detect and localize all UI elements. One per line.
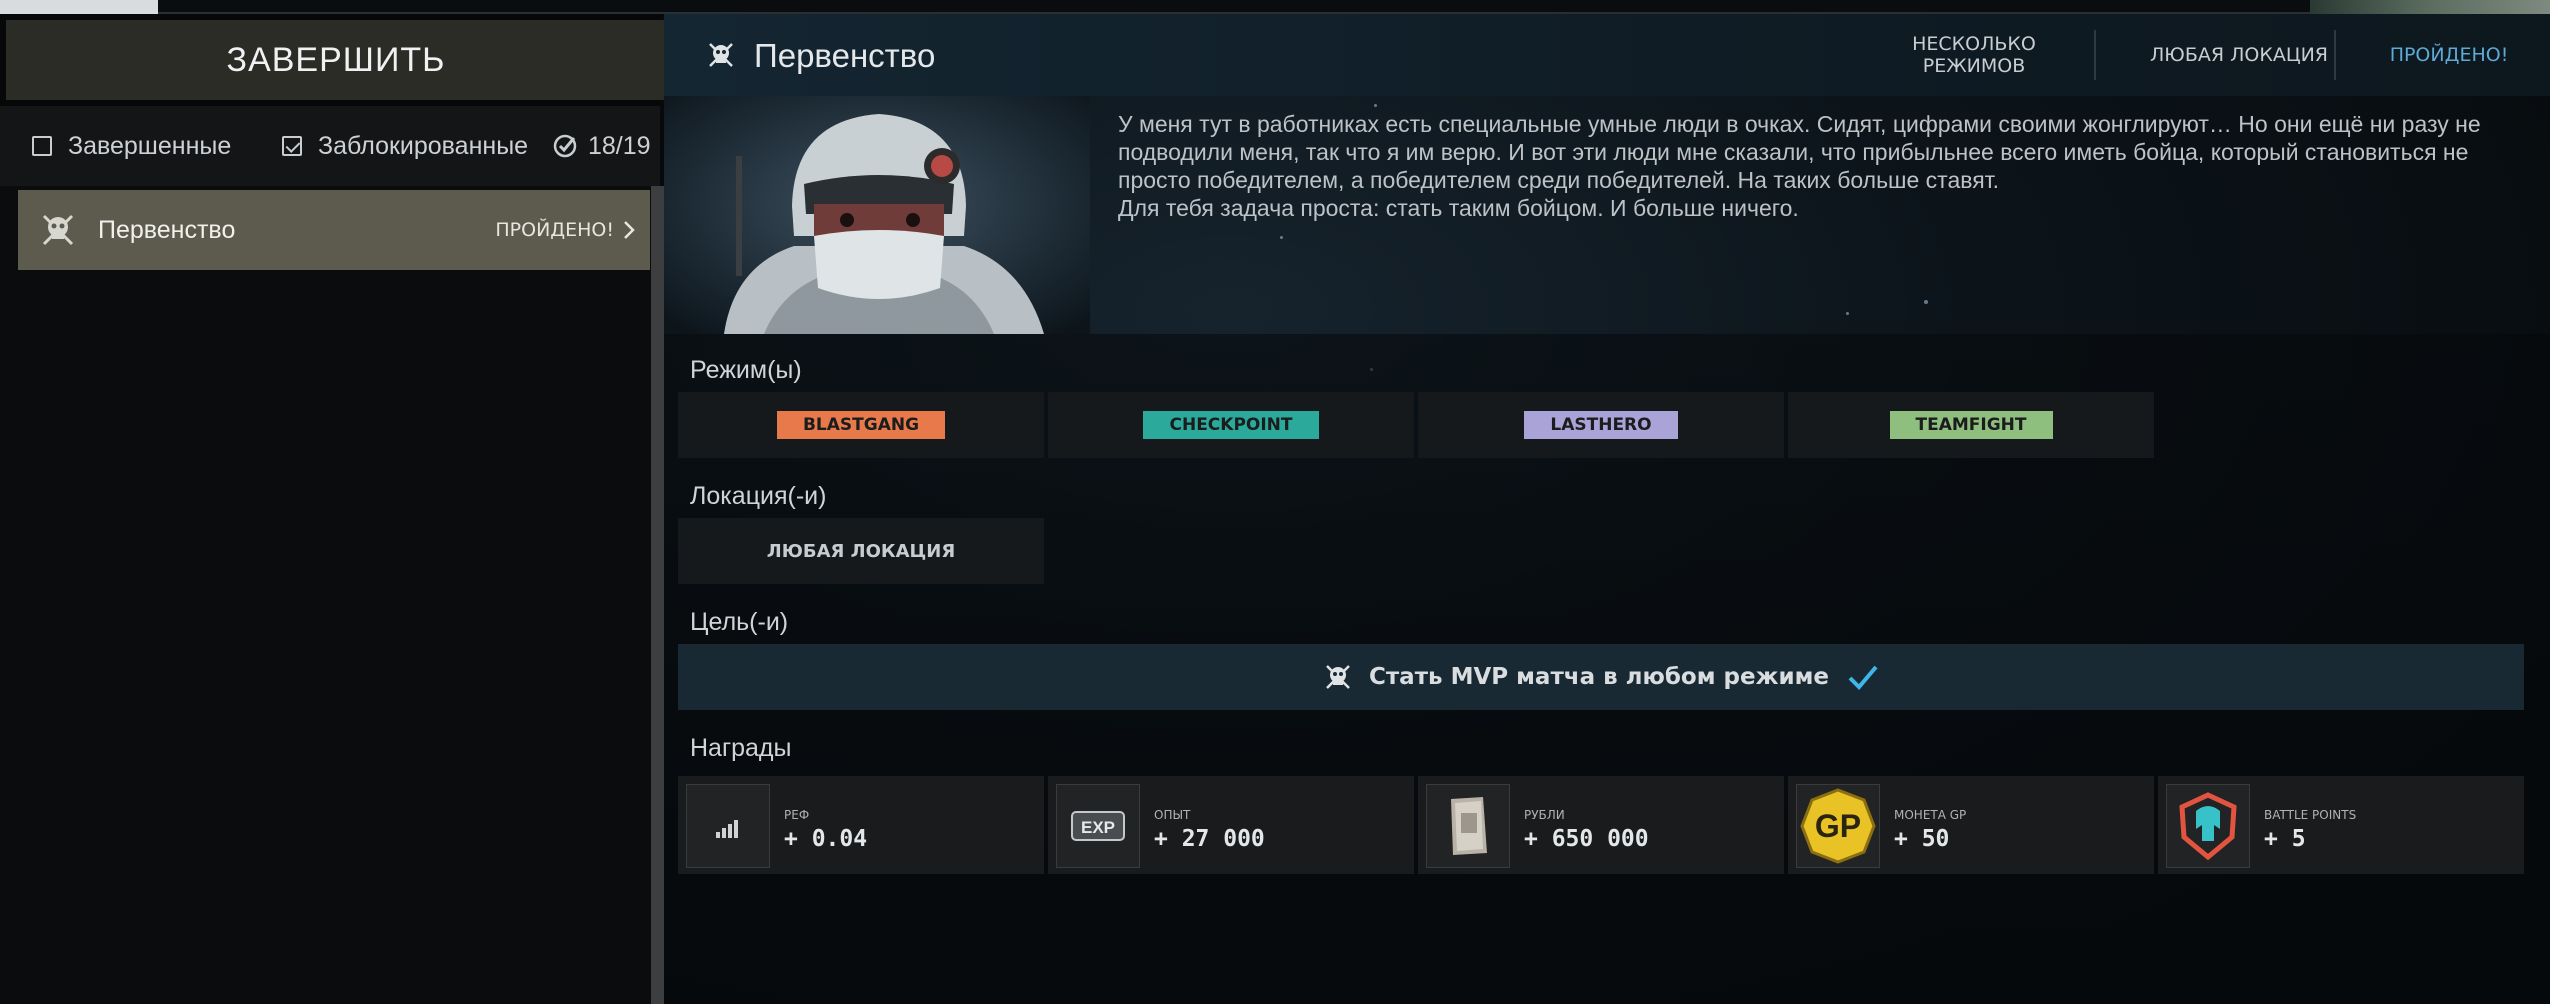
section-label-goals: Цель(-и) xyxy=(690,608,789,636)
svg-text:EXP: EXP xyxy=(1081,818,1115,837)
scrollbar-thumb[interactable] xyxy=(651,186,665,1004)
quest-description: У меня тут в работниках есть специальные… xyxy=(1118,110,2538,222)
reward-value: + 0.04 xyxy=(784,826,868,852)
progress-counter-value: 18/19 xyxy=(588,131,651,160)
quest-title: Первенство xyxy=(754,37,936,74)
battle-points-icon xyxy=(2166,784,2250,868)
reward-label: РЕФ xyxy=(784,808,810,822)
reward-battle-points: BATTLE POINTS + 5 xyxy=(2158,776,2524,874)
reward-rubles: РУБЛИ + 650 000 xyxy=(1418,776,1784,874)
goal-text: Стать MVP матча в любом режиме xyxy=(1368,664,1830,690)
filter-locked[interactable]: Заблокированные xyxy=(282,106,528,186)
exp-icon: EXP xyxy=(1056,784,1140,868)
reward-gp-coin: GP МОНЕТА GP + 50 xyxy=(1788,776,2154,874)
section-label-modes: Режим(ы) xyxy=(690,356,802,384)
quest-sidebar: ЗАВЕРШИТЬ Завершенные Заблокированные 18… xyxy=(0,14,696,1004)
progress-counter: 18/19 xyxy=(552,106,651,186)
reward-value: + 650 000 xyxy=(1524,826,1649,852)
top-strip-left-edge xyxy=(0,0,158,14)
mode-cell: CHECKPOINT xyxy=(1048,392,1414,458)
background-star xyxy=(1924,300,1928,304)
reward-exp: EXP ОПЫТ + 27 000 xyxy=(1048,776,1414,874)
background-star xyxy=(1374,104,1377,107)
filter-completed[interactable]: Завершенные xyxy=(32,106,231,186)
description-paragraph: Для тебя задача проста: стать таким бойц… xyxy=(1118,195,1799,221)
reward-label: МОНЕТА GP xyxy=(1894,808,1967,822)
quest-list: Первенство ПРОЙДЕНО! xyxy=(0,186,654,1004)
checkbox-unchecked-icon xyxy=(32,136,52,156)
background-star xyxy=(1846,312,1849,315)
soldier-portrait-image xyxy=(664,96,1090,334)
mode-cell: TEAMFIGHT xyxy=(1788,392,2154,458)
finish-button-label: ЗАВЕРШИТЬ xyxy=(226,41,446,79)
skull-crossbones-icon xyxy=(709,43,733,67)
mode-badge-blastgang: BLASTGANG xyxy=(776,411,946,439)
reward-value: + 50 xyxy=(1894,826,1950,852)
tag-status: ПРОЙДЕНО! xyxy=(2389,44,2509,66)
mode-badge-teamfight: TEAMFIGHT xyxy=(1889,411,2053,439)
quest-header: Первенство НЕСКОЛЬКО РЕЖИМОВ ЛЮБАЯ ЛОКАЦ… xyxy=(664,14,2550,96)
tag-modes: НЕСКОЛЬКО РЕЖИМОВ xyxy=(1912,33,2036,77)
quest-details: Первенство НЕСКОЛЬКО РЕЖИМОВ ЛЮБАЯ ЛОКАЦ… xyxy=(664,14,2550,1004)
top-strip-right-edge xyxy=(2310,0,2550,14)
reward-reputation: РЕФ + 0.04 xyxy=(678,776,1044,874)
filter-bar: Завершенные Заблокированные 18/19 xyxy=(0,106,660,186)
background-star xyxy=(1280,236,1283,239)
finish-button[interactable]: ЗАВЕРШИТЬ xyxy=(6,20,696,100)
mode-cell: BLASTGANG xyxy=(678,392,1044,458)
header-divider xyxy=(2094,30,2096,80)
reward-label: ОПЫТ xyxy=(1154,808,1191,822)
chevron-right-icon xyxy=(624,221,635,239)
svg-text:GP: GP xyxy=(1815,808,1861,844)
quest-list-scrollbar[interactable] xyxy=(651,186,665,1004)
checkmark-icon xyxy=(1848,665,1878,690)
quest-item-primacy[interactable]: Первенство ПРОЙДЕНО! xyxy=(18,190,650,270)
quest-item-status: ПРОЙДЕНО! xyxy=(495,219,614,241)
goal-row: Стать MVP матча в любом режиме xyxy=(678,644,2524,710)
section-label-rewards: Награды xyxy=(690,734,792,762)
reward-value: + 5 xyxy=(2264,826,2306,852)
mode-badge-checkpoint: CHECKPOINT xyxy=(1143,411,1319,439)
description-paragraph: У меня тут в работниках есть специальные… xyxy=(1118,111,2481,193)
location-any: ЛЮБАЯ ЛОКАЦИЯ xyxy=(678,518,1044,584)
filter-completed-label: Завершенные xyxy=(68,131,232,160)
quest-item-name: Первенство xyxy=(98,215,236,244)
gp-coin-icon: GP xyxy=(1796,784,1880,868)
quest-giver-portrait xyxy=(664,96,1090,334)
mode-badge-lasthero: LASTHERO xyxy=(1524,411,1678,439)
reward-label: BATTLE POINTS xyxy=(2264,808,2357,822)
reward-value: + 27 000 xyxy=(1154,826,1265,852)
skull-crossbones-icon xyxy=(42,214,74,246)
section-label-locations: Локация(-и) xyxy=(690,482,827,510)
header-divider xyxy=(2334,30,2336,80)
filter-locked-label: Заблокированные xyxy=(318,131,529,160)
reputation-icon xyxy=(686,784,770,868)
rubles-icon xyxy=(1426,784,1510,868)
skull-crossbones-icon xyxy=(1326,665,1350,689)
tag-location: ЛЮБАЯ ЛОКАЦИЯ xyxy=(2150,44,2328,66)
check-circle-icon xyxy=(553,134,577,158)
mode-cell: LASTHERO xyxy=(1418,392,1784,458)
top-strip xyxy=(0,0,2550,14)
reward-label: РУБЛИ xyxy=(1524,808,1565,822)
checkbox-checked-icon xyxy=(282,136,302,156)
